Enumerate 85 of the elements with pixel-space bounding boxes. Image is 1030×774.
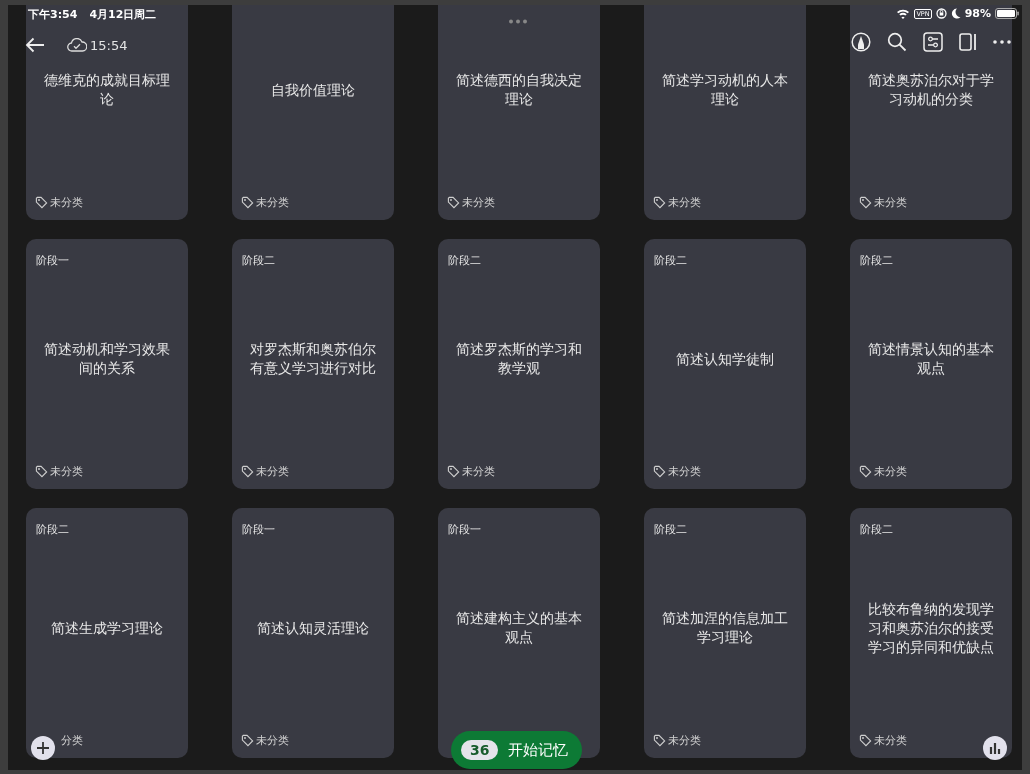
tag-icon <box>859 195 872 209</box>
tag-icon <box>35 195 48 209</box>
sidebar-icon[interactable] <box>959 33 977 51</box>
card[interactable]: 简述学习动机的人本理论 未分类 <box>644 5 806 220</box>
sync-time: 15:54 <box>90 37 128 53</box>
wifi-icon <box>896 8 911 19</box>
card[interactable]: 阶段一 简述认知灵活理论 未分类 <box>232 508 394 758</box>
tag-icon <box>241 464 254 478</box>
stage-label: 阶段一 <box>242 523 275 536</box>
bar-chart-icon <box>989 742 1001 754</box>
stage-label: 阶段二 <box>860 523 893 536</box>
card[interactable]: 自我价值理论 未分类 <box>232 5 394 220</box>
stage-label: 阶段二 <box>654 523 687 536</box>
cloud-check-icon <box>67 38 87 52</box>
card[interactable]: 阶段二 对罗杰斯和奥苏伯尔有意义学习进行对比 未分类 <box>232 239 394 489</box>
tag-label: 未分类 <box>462 194 495 210</box>
start-review-button[interactable]: 36 开始记忆 <box>451 731 583 769</box>
tag-icon <box>653 195 666 209</box>
tag-icon <box>447 464 460 478</box>
stage-label: 阶段一 <box>36 254 69 267</box>
card-title: 简述认知灵活理论 <box>257 618 369 638</box>
tag-label: 未分类 <box>256 194 289 210</box>
card[interactable]: 阶段二 简述罗杰斯的学习和教学观 未分类 <box>438 239 600 489</box>
tag-icon <box>35 464 48 478</box>
tag-label: 未分类 <box>50 194 83 210</box>
more-icon[interactable] <box>993 40 1011 44</box>
tag-label: 未分类 <box>668 463 701 479</box>
tag-icon <box>241 733 254 747</box>
tag-label: 未分类 <box>256 732 289 748</box>
pen-circle-icon[interactable] <box>851 32 871 52</box>
tag-label: 未分类 <box>668 732 701 748</box>
card-title: 简述动机和学习效果间的关系 <box>43 340 171 378</box>
card[interactable]: 阶段二 比较布鲁纳的发现学习和奥苏泊尔的接受学习的异同和优缺点 未分类 <box>850 508 1012 758</box>
stage-label: 阶段二 <box>654 254 687 267</box>
card-title: 简述建构主义的基本观点 <box>455 609 583 647</box>
tag-label: 未分类 <box>874 732 907 748</box>
multitask-handle-icon[interactable] <box>508 19 528 24</box>
tag-icon <box>859 733 872 747</box>
tag-label: 未分类 <box>668 194 701 210</box>
card-title: 简述奥苏泊尔对于学习动机的分类 <box>867 71 995 109</box>
search-icon[interactable] <box>887 32 907 52</box>
tag-icon <box>653 733 666 747</box>
card-title: 自我价值理论 <box>271 80 355 100</box>
card-title: 德维克的成就目标理论 <box>43 71 171 109</box>
card-title: 简述认知学徒制 <box>676 349 774 369</box>
card[interactable]: 简述德西的自我决定理论 未分类 <box>438 5 600 220</box>
card[interactable]: 阶段一 简述动机和学习效果间的关系 未分类 <box>26 239 188 489</box>
tag-label: 未分类 <box>462 463 495 479</box>
card-title: 简述生成学习理论 <box>51 618 163 638</box>
card[interactable]: 阶段二 简述生成学习理论 分类 <box>26 508 188 758</box>
card-title: 简述罗杰斯的学习和教学观 <box>455 340 583 378</box>
card-title: 简述学习动机的人本理论 <box>661 71 789 109</box>
rotation-lock-icon <box>935 8 947 19</box>
tag-label: 未分类 <box>874 463 907 479</box>
status-date: 4月12日周二 <box>89 7 157 22</box>
stage-label: 阶段二 <box>860 254 893 267</box>
stage-label: 阶段二 <box>36 523 69 536</box>
card[interactable]: 阶段二 简述加涅的信息加工学习理论 未分类 <box>644 508 806 758</box>
filter-icon[interactable] <box>923 32 943 52</box>
tag-icon <box>653 464 666 478</box>
tag-icon <box>241 195 254 209</box>
card[interactable]: 阶段二 简述情景认知的基本观点 未分类 <box>850 239 1012 489</box>
card[interactable]: 阶段二 简述认知学徒制 未分类 <box>644 239 806 489</box>
card-title: 对罗杰斯和奥苏伯尔有意义学习进行对比 <box>249 340 377 378</box>
tag-label: 未分类 <box>874 194 907 210</box>
moon-icon <box>950 8 961 19</box>
card-title: 简述德西的自我决定理论 <box>455 71 583 109</box>
start-label: 开始记忆 <box>508 740 569 760</box>
card-title: 简述情景认知的基本观点 <box>867 340 995 378</box>
tag-icon <box>447 195 460 209</box>
back-arrow-icon[interactable] <box>25 37 45 53</box>
status-time: 下午3:54 <box>28 7 78 22</box>
tag-label: 分类 <box>61 732 83 748</box>
tag-label: 未分类 <box>256 463 289 479</box>
stage-label: 阶段二 <box>242 254 275 267</box>
stage-label: 阶段一 <box>448 523 481 536</box>
tag-label: 未分类 <box>50 463 83 479</box>
battery-icon <box>995 8 1019 19</box>
stage-label: 阶段二 <box>448 254 481 267</box>
card-title: 比较布鲁纳的发现学习和奥苏泊尔的接受学习的异同和优缺点 <box>867 599 995 657</box>
battery-percent: 98% <box>964 7 991 20</box>
tag-icon <box>859 464 872 478</box>
count-badge: 36 <box>461 740 499 760</box>
plus-icon <box>36 741 50 755</box>
card-title: 简述加涅的信息加工学习理论 <box>661 609 789 647</box>
